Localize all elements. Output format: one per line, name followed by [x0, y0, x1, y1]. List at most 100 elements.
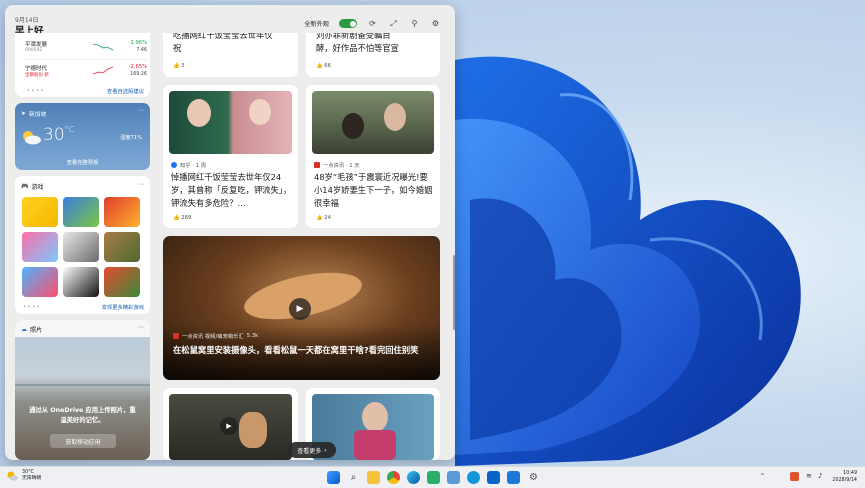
- games-widget: 🎮 游戏 ⋯ • • • • 发现更多精彩游戏: [15, 176, 150, 314]
- file-explorer-icon[interactable]: [367, 471, 380, 484]
- game-tile[interactable]: [22, 197, 58, 227]
- news-image: [312, 91, 434, 154]
- tray-app-icon[interactable]: [790, 472, 799, 481]
- widgets-panel: 9月14日 早上好 全新外观 ⟳ ⤢ ⚲ ⚙ 平潭发展 000592 -1.96…: [5, 5, 455, 460]
- game-tile[interactable]: [104, 197, 140, 227]
- outlook-icon[interactable]: [487, 471, 500, 484]
- stock-row[interactable]: 宁德时代 宝钢股份 新 -2.65% 169.26: [25, 63, 147, 81]
- settings-gear-icon[interactable]: ⚙: [527, 471, 540, 484]
- taskbar-weather[interactable]: 30°C 无阳晴朗: [6, 470, 41, 482]
- qq-icon[interactable]: [467, 471, 480, 484]
- news-title: 刘亦菲新剧备受瞩目: [316, 33, 391, 40]
- like-count[interactable]: 👍 66: [316, 63, 331, 69]
- news-title: 悼播网红千饭莹莹去世年仅24 岁，其曾称「反复吃，钾流失」，钾流失有多危险？…: [171, 172, 292, 208]
- game-tile[interactable]: [63, 232, 99, 262]
- clock[interactable]: 10:49 2028/9/14: [832, 470, 857, 484]
- refresh-icon[interactable]: ⟳: [367, 18, 378, 29]
- carousel-dots[interactable]: • • • •: [27, 88, 44, 94]
- photos-widget[interactable]: ☁ 照片 ⋯ 通过从 OneDrive 应用上传照片，重温美好的记忆。 获取移动…: [15, 320, 150, 460]
- news-card[interactable]: 吃播网红千饭莹莹去世年仅 祝 👍 3: [163, 33, 298, 77]
- search-icon[interactable]: ⌕: [347, 471, 360, 484]
- news-title: 酵，好作品不怕等官宣: [316, 43, 399, 53]
- news-title: 吃播网红千饭莹莹去世年仅: [173, 33, 273, 40]
- play-icon[interactable]: ▶: [220, 417, 238, 435]
- pin-icon[interactable]: ⚲: [409, 18, 420, 29]
- photos-app-icon[interactable]: [507, 471, 520, 484]
- stock-name: 平潭发展: [25, 42, 48, 48]
- weather-temp: 30: [43, 125, 65, 145]
- news-title: 祝: [173, 43, 182, 53]
- news-source: 一点资讯 视频/萌宠萌乐汇 5.3k: [173, 332, 258, 340]
- wifi-icon[interactable]: ≋: [806, 472, 812, 480]
- like-count[interactable]: 👍 289: [173, 215, 191, 221]
- wechat-icon[interactable]: [427, 471, 440, 484]
- edge-icon[interactable]: [407, 471, 420, 484]
- carousel-dots[interactable]: • • • •: [23, 304, 40, 310]
- game-tile[interactable]: [104, 267, 140, 297]
- like-count[interactable]: 👍 3: [173, 63, 185, 69]
- stock-price: 7.46: [136, 48, 147, 53]
- games-title: 游戏: [31, 184, 44, 191]
- news-card[interactable]: 知乎 · 1 周 悼播网红千饭莹莹去世年仅24 岁，其曾称「反复吃，钾流失」，钾…: [163, 85, 298, 228]
- stock-sparkline: [93, 66, 113, 75]
- stocks-widget[interactable]: 平潭发展 000592 -1.96% 7.46 宁德时代 宝钢股份 新 -2.6…: [15, 33, 150, 97]
- play-icon[interactable]: ▶: [289, 298, 311, 320]
- expand-icon[interactable]: ⤢: [388, 18, 399, 29]
- weather-forecast-link[interactable]: 查看完整预报: [15, 158, 150, 166]
- stocks-suggestion-link[interactable]: 查看自选股建议: [107, 87, 144, 95]
- chevron-up-icon[interactable]: ^: [760, 473, 765, 480]
- video-news-card[interactable]: ▶ 一点资讯 视频/萌宠萌乐汇 5.3k 在松鼠窝里安装摄像头，看看松鼠一天都在…: [163, 236, 440, 380]
- taskbar-weather-desc: 无阳晴朗: [22, 476, 42, 481]
- settings-gear-icon[interactable]: ⚙: [430, 18, 441, 29]
- news-title: 在松鼠窝里安装摄像头，看看松鼠一天都在窝里干啥?看完回住别笑: [173, 345, 419, 355]
- chrome-icon[interactable]: [387, 471, 400, 484]
- game-tile[interactable]: [104, 232, 140, 262]
- start-windows-icon[interactable]: [327, 471, 340, 484]
- gamepad-icon: 🎮: [21, 183, 29, 190]
- more-options-icon[interactable]: ⋯: [138, 324, 144, 331]
- get-mobile-app-button[interactable]: 获取移动应用: [50, 434, 116, 448]
- like-count[interactable]: 👍 24: [316, 215, 331, 221]
- weather-humidity: 湿度71%: [120, 135, 142, 141]
- game-tile[interactable]: [22, 267, 58, 297]
- photos-title: 照片: [30, 327, 43, 334]
- stock-change: -1.96%: [128, 40, 147, 46]
- game-tile[interactable]: [63, 267, 99, 297]
- games-discover-link[interactable]: 发现更多精彩游戏: [102, 303, 144, 311]
- stock-sparkline: [93, 43, 113, 51]
- weather-widget[interactable]: ➤ 新加坡 ⋯ 30°C 湿度71% 查看完整预报: [15, 103, 150, 170]
- stock-code: 宝钢股份 新: [25, 73, 49, 78]
- stock-name: 宁德时代: [25, 66, 48, 72]
- weather-location: 新加坡: [28, 112, 47, 118]
- view-count: 5.3k: [246, 333, 259, 339]
- news-card[interactable]: 一点资讯 · 1 天 48岁“毛孩”于震寰近况曝光!要小14岁娇妻生下一子，如今…: [306, 85, 440, 228]
- zhihu-logo-icon: [171, 162, 177, 168]
- news-image: [169, 91, 292, 154]
- panel-scrollbar[interactable]: [453, 255, 455, 330]
- partly-sunny-icon: [23, 131, 41, 145]
- yidian-logo-icon: [173, 333, 179, 339]
- partly-sunny-icon: [7, 471, 18, 481]
- chevron-right-icon: ›: [324, 446, 327, 454]
- clock-date: 2028/9/14: [832, 478, 857, 483]
- game-tile[interactable]: [22, 232, 58, 262]
- news-card[interactable]: 刘亦菲新剧备受瞩目 酵，好作品不怕等官宣 👍 66: [306, 33, 440, 77]
- clock-time: 10:49: [843, 471, 857, 476]
- location-arrow-icon: ➤: [21, 110, 26, 117]
- news-source: 知乎 · 1 周: [171, 161, 206, 169]
- more-options-icon[interactable]: ⋯: [138, 107, 144, 114]
- stock-change: -2.65%: [128, 64, 147, 70]
- see-more-button[interactable]: 查看更多 ›: [288, 442, 336, 458]
- news-source: 一点资讯 · 1 天: [314, 161, 360, 169]
- stock-price: 169.26: [130, 72, 147, 77]
- new-look-toggle[interactable]: [339, 19, 357, 28]
- cloud-icon: ☁: [21, 326, 27, 333]
- stock-code: 000592: [25, 48, 43, 53]
- new-look-label: 全新外观: [304, 21, 329, 28]
- game-tile[interactable]: [63, 197, 99, 227]
- stock-row[interactable]: 平潭发展 000592 -1.96% 7.46: [25, 39, 147, 57]
- chat-icon[interactable]: [447, 471, 460, 484]
- news-card[interactable]: ▶: [163, 388, 298, 460]
- speaker-icon[interactable]: ♪: [818, 472, 822, 480]
- more-options-icon[interactable]: ⋯: [138, 181, 144, 188]
